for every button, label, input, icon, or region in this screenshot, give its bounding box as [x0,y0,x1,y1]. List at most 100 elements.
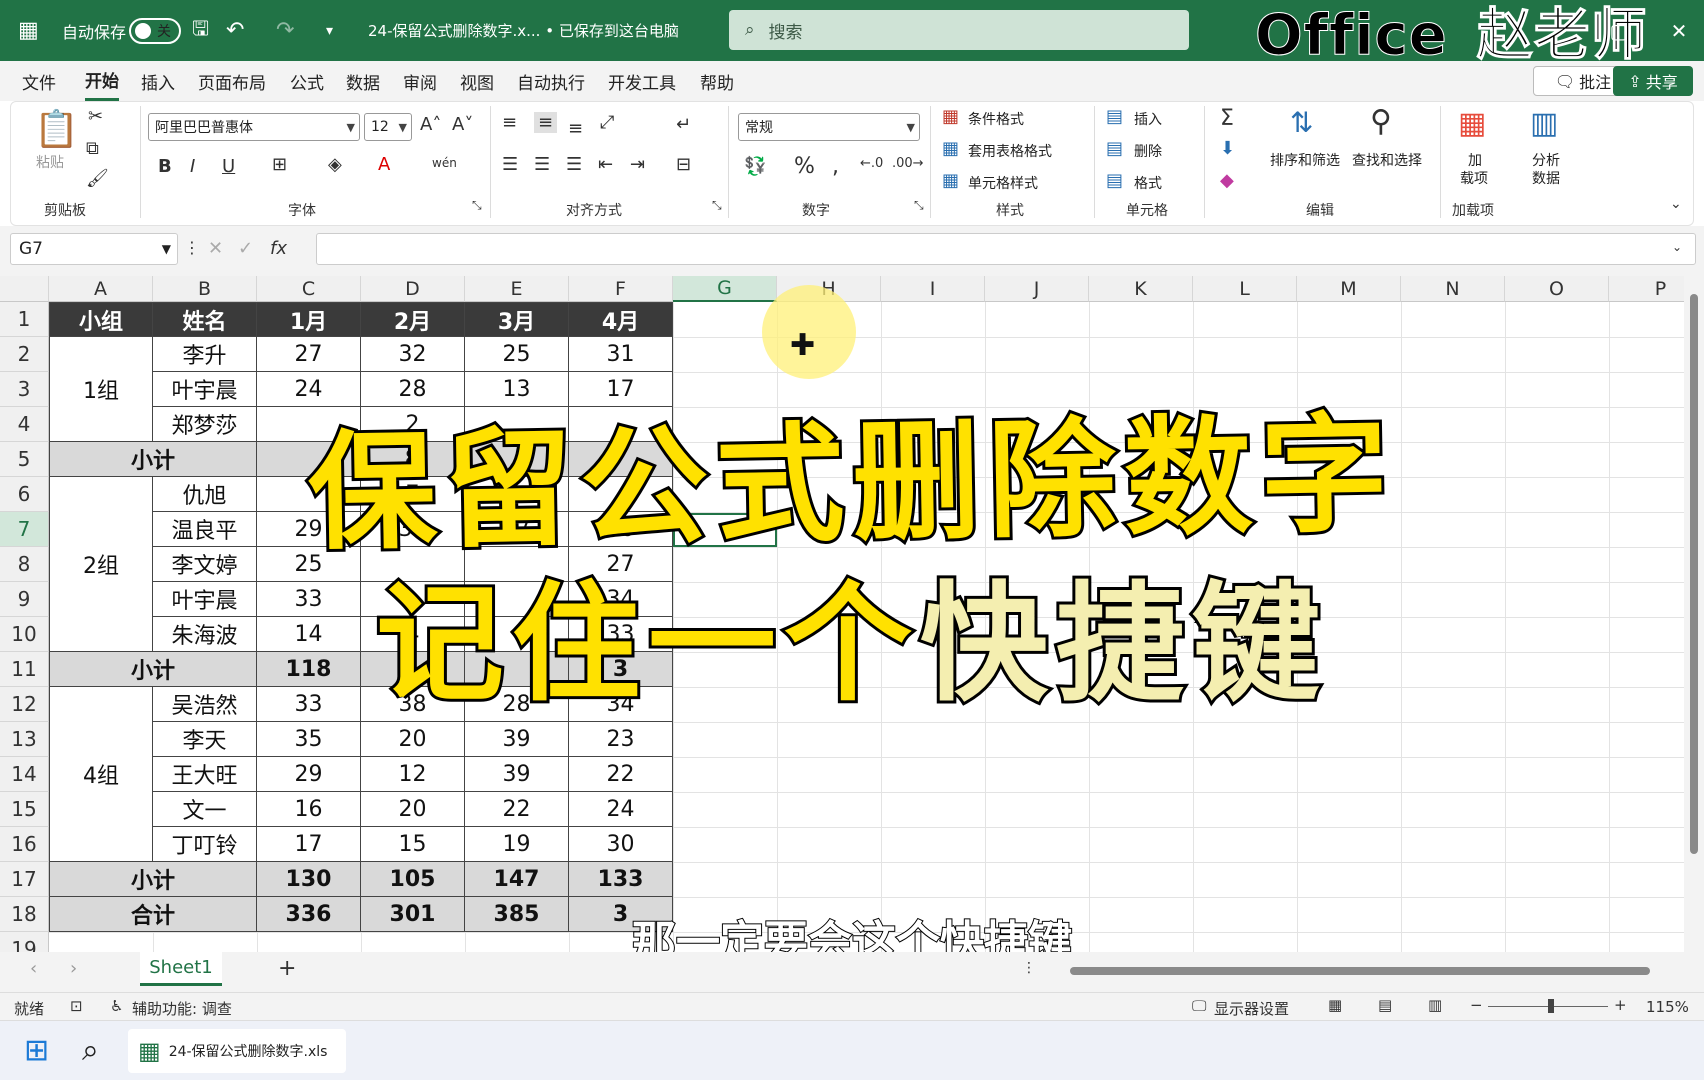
redo-icon[interactable]: ↷ [276,0,294,61]
column-header-f[interactable]: F [569,276,673,302]
scroll-thumb[interactable] [1070,967,1650,975]
menu-data[interactable]: 数据 [346,61,380,101]
value-cell[interactable]: 15 [361,827,465,862]
column-header-g[interactable]: G [673,276,777,302]
paste-label[interactable]: 粘贴 [36,152,64,172]
row-header-2[interactable]: 2 [0,337,49,372]
normal-view-icon[interactable]: ▦ [1328,996,1342,1014]
subtotal-value-cell[interactable]: 105 [361,862,465,897]
font-size-combo[interactable]: 12 ▼ [364,113,412,141]
value-cell[interactable]: 22 [569,757,673,792]
macro-record-icon[interactable]: ⊡ [70,997,83,1015]
insert-function-icon[interactable]: fx [270,238,287,259]
sort-filter-icon[interactable]: ⇅ [1290,106,1313,139]
value-cell[interactable]: 16 [257,792,361,827]
clear-icon[interactable]: ◆ [1220,170,1234,191]
more-options-icon[interactable]: ⋮ [1022,960,1036,976]
subtotal-value-cell[interactable]: 130 [257,862,361,897]
increase-indent-icon[interactable]: ⇥ [630,154,645,175]
table-header-cell[interactable]: 4月 [569,302,673,337]
percent-icon[interactable]: % [794,154,815,179]
collapse-ribbon-icon[interactable]: ⌄ [1670,196,1682,212]
name-cell[interactable]: 李天 [153,722,257,757]
search-box[interactable]: ⌕ 搜索 [729,10,1189,50]
decrease-indent-icon[interactable]: ⇤ [598,154,613,175]
wrap-text-icon[interactable]: ↵ [676,114,691,135]
zoom-slider-handle[interactable] [1548,999,1554,1013]
bold-icon[interactable]: B [158,156,172,177]
table-header-cell[interactable]: 3月 [465,302,569,337]
phonetic-icon[interactable]: wén [432,156,457,170]
addins-label-2[interactable]: 载项 [1460,168,1488,188]
row-header-17[interactable]: 17 [0,862,49,897]
search-icon[interactable]: ⌕ [82,1033,99,1068]
merge-center-icon[interactable]: ⊟ [676,154,691,175]
name-cell[interactable]: 王大旺 [153,757,257,792]
quick-access-dropdown-icon[interactable]: ▾ [326,0,333,61]
value-cell[interactable]: 24 [569,792,673,827]
value-cell[interactable]: 20 [361,792,465,827]
prev-sheet-icon[interactable]: ‹ [30,958,37,979]
column-header-n[interactable]: N [1401,276,1505,302]
display-settings-label[interactable]: 显示器设置 [1214,998,1289,1019]
italic-icon[interactable]: I [190,156,195,177]
subtotal-value-cell[interactable]: 133 [569,862,673,897]
cut-icon[interactable]: ✂ [88,106,103,127]
align-middle-icon[interactable]: ≡ [534,112,558,133]
windows-start-icon[interactable]: ⊞ [24,1033,49,1068]
subtotal-label-cell[interactable]: 小计 [49,862,257,897]
name-box[interactable]: G7 ▼ [10,233,178,265]
row-header-13[interactable]: 13 [0,722,49,757]
format-cells-icon[interactable]: ▤ [1106,170,1123,191]
sort-filter-label[interactable]: 排序和筛选 [1270,150,1340,170]
menu-page-layout[interactable]: 页面布局 [198,61,266,101]
subtotal-value-cell[interactable]: 147 [465,862,569,897]
column-header-k[interactable]: K [1089,276,1193,302]
cell-styles-label[interactable]: 单元格样式 [968,173,1038,193]
accessibility-icon[interactable]: ♿ [110,997,123,1015]
menu-automate[interactable]: 自动执行 [517,61,585,101]
column-header-e[interactable]: E [465,276,569,302]
value-cell[interactable]: 39 [465,757,569,792]
menu-developer[interactable]: 开发工具 [608,61,676,101]
addins-icon[interactable]: ▦ [1458,106,1486,141]
analyze-label-1[interactable]: 分析 [1532,150,1560,170]
next-sheet-icon[interactable]: › [70,958,77,979]
menu-insert[interactable]: 插入 [141,61,175,101]
page-layout-view-icon[interactable]: ▤ [1378,996,1392,1014]
align-top-icon[interactable]: ≡ [502,112,517,133]
name-cell[interactable]: 丁叮铃 [153,827,257,862]
column-header-i[interactable]: I [881,276,985,302]
format-table-label[interactable]: 套用表格格式 [968,141,1052,161]
column-header-a[interactable]: A [49,276,153,302]
value-cell[interactable]: 39 [465,722,569,757]
value-cell[interactable]: 20 [361,722,465,757]
cancel-icon[interactable]: ✕ [208,238,223,259]
table-header-cell[interactable]: 2月 [361,302,465,337]
borders-icon[interactable]: ⊞ [272,154,287,175]
accessibility-status[interactable]: 辅助功能: 调查 [132,998,232,1019]
align-center-icon[interactable]: ☰ [534,154,550,175]
column-header-d[interactable]: D [361,276,465,302]
fill-color-icon[interactable]: ◈ [328,154,342,175]
decrease-font-icon[interactable]: A˅ [452,114,473,135]
enter-icon[interactable]: ✓ [238,238,253,259]
find-select-label[interactable]: 查找和选择 [1352,150,1422,170]
row-header-1[interactable]: 1 [0,302,49,337]
increase-decimal-icon[interactable]: ←.0 [860,156,883,171]
menu-view[interactable]: 视图 [460,61,494,101]
copy-icon[interactable]: ⧉ [86,138,99,159]
row-header-16[interactable]: 16 [0,827,49,862]
insert-cells-icon[interactable]: ▤ [1106,106,1123,127]
share-button[interactable]: ⇪ 共享 [1613,66,1693,96]
name-cell[interactable]: 李升 [153,337,257,372]
analyze-label-2[interactable]: 数据 [1532,168,1560,188]
analyze-data-icon[interactable]: ▥ [1530,106,1558,141]
taskbar-excel-app[interactable]: ▦ 24-保留公式删除数字.xls [128,1029,346,1073]
comma-style-icon[interactable]: , [832,154,839,179]
addins-label-1[interactable]: 加 [1468,150,1482,170]
add-sheet-button[interactable]: + [278,956,296,981]
underline-icon[interactable]: U [222,156,235,177]
save-icon[interactable]: 🖫 [192,0,209,61]
autosum-icon[interactable]: Σ [1220,106,1234,131]
